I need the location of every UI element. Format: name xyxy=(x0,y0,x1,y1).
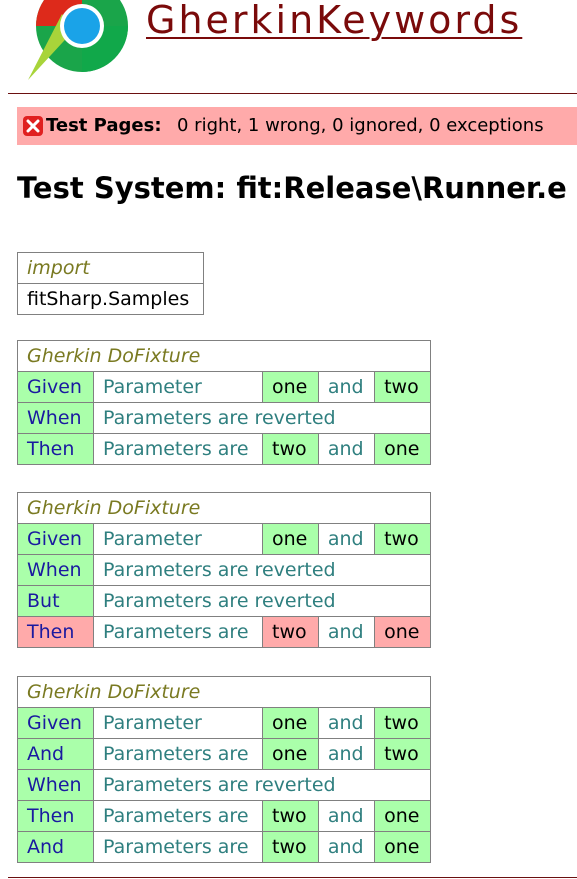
table-row: Given Parameter one and two xyxy=(17,707,431,739)
test-system-heading: Test System: fit:Release\Runner.e xyxy=(17,171,567,205)
table-row: When Parameters are reverted xyxy=(17,554,431,586)
fixture-title: Gherkin DoFixture xyxy=(17,492,431,524)
keyword-cell: And xyxy=(17,831,94,863)
connector-cell: and xyxy=(317,738,376,770)
argument-cell: two xyxy=(374,738,431,770)
step-text-cell: Parameters are reverted xyxy=(93,585,431,617)
fixture-title: Gherkin DoFixture xyxy=(17,676,431,708)
keyword-cell: When xyxy=(17,554,94,586)
argument-cell: one xyxy=(262,707,319,739)
fitnesse-logo[interactable] xyxy=(18,0,130,86)
keyword-cell: When xyxy=(17,769,94,801)
argument-cell: two xyxy=(374,707,431,739)
error-x-icon xyxy=(23,116,43,136)
table-row: But Parameters are reverted xyxy=(17,585,431,617)
fixture-table-1: Gherkin DoFixture Given Parameter one an… xyxy=(17,340,431,465)
argument-cell: one xyxy=(262,738,319,770)
step-text-cell: Parameters are xyxy=(92,831,264,863)
step-text-cell: Parameter xyxy=(92,523,264,555)
connector-cell: and xyxy=(317,831,376,863)
import-namespace: fitSharp.Samples xyxy=(17,283,204,315)
page-header: GherkinKeywords xyxy=(0,0,577,92)
keyword-cell: Then xyxy=(17,433,94,465)
keyword-cell: When xyxy=(17,402,94,434)
connector-cell: and xyxy=(317,371,376,403)
table-row: And Parameters are one and two xyxy=(17,738,431,770)
keyword-cell: Then xyxy=(17,800,94,832)
table-row: When Parameters are reverted xyxy=(17,402,431,434)
keyword-cell: Given xyxy=(17,523,94,555)
argument-cell: one xyxy=(374,831,431,863)
keyword-cell: And xyxy=(17,738,94,770)
argument-cell: two xyxy=(262,800,319,832)
table-row: Then Parameters are two and one xyxy=(17,616,431,648)
import-table-title: import xyxy=(17,252,204,284)
footer-divider xyxy=(8,877,577,878)
table-row: Then Parameters are two and one xyxy=(17,800,431,832)
argument-cell: two xyxy=(262,831,319,863)
step-text-cell: Parameters are reverted xyxy=(93,554,431,586)
keyword-cell: Then xyxy=(17,616,94,648)
argument-cell: one xyxy=(374,616,431,648)
header-divider xyxy=(8,93,577,94)
summary-label: Test Pages: xyxy=(46,115,162,136)
connector-cell: and xyxy=(317,616,376,648)
argument-cell: one xyxy=(262,523,319,555)
step-text-cell: Parameters are xyxy=(92,800,264,832)
table-row: When Parameters are reverted xyxy=(17,769,431,801)
table-row: Given Parameter one and two xyxy=(17,371,431,403)
step-text-cell: Parameters are xyxy=(92,616,264,648)
argument-cell: one xyxy=(374,433,431,465)
step-text-cell: Parameters are reverted xyxy=(93,402,431,434)
table-row: Given Parameter one and two xyxy=(17,523,431,555)
argument-cell: one xyxy=(262,371,319,403)
summary-counts: 0 right, 1 wrong, 0 ignored, 0 exception… xyxy=(177,115,544,136)
table-row: Then Parameters are two and one xyxy=(17,433,431,465)
test-summary-bar: Test Pages: 0 right, 1 wrong, 0 ignored,… xyxy=(17,107,577,145)
connector-cell: and xyxy=(317,523,376,555)
keyword-cell: But xyxy=(17,585,94,617)
argument-cell: two xyxy=(374,523,431,555)
argument-cell: two xyxy=(262,616,319,648)
step-text-cell: Parameters are xyxy=(92,433,264,465)
fixture-table-2: Gherkin DoFixture Given Parameter one an… xyxy=(17,492,431,648)
table-row: And Parameters are two and one xyxy=(17,831,431,863)
import-table: import fitSharp.Samples xyxy=(17,252,204,315)
fixture-title: Gherkin DoFixture xyxy=(17,340,431,372)
argument-cell: two xyxy=(262,433,319,465)
keyword-cell: Given xyxy=(17,707,94,739)
argument-cell: two xyxy=(374,371,431,403)
step-text-cell: Parameter xyxy=(92,707,264,739)
connector-cell: and xyxy=(317,433,376,465)
connector-cell: and xyxy=(317,707,376,739)
step-text-cell: Parameters are reverted xyxy=(93,769,431,801)
connector-cell: and xyxy=(317,800,376,832)
step-text-cell: Parameters are xyxy=(92,738,264,770)
argument-cell: one xyxy=(374,800,431,832)
app-title-link[interactable]: GherkinKeywords xyxy=(146,0,522,42)
keyword-cell: Given xyxy=(17,371,94,403)
fixture-table-3: Gherkin DoFixture Given Parameter one an… xyxy=(17,676,431,863)
step-text-cell: Parameter xyxy=(92,371,264,403)
